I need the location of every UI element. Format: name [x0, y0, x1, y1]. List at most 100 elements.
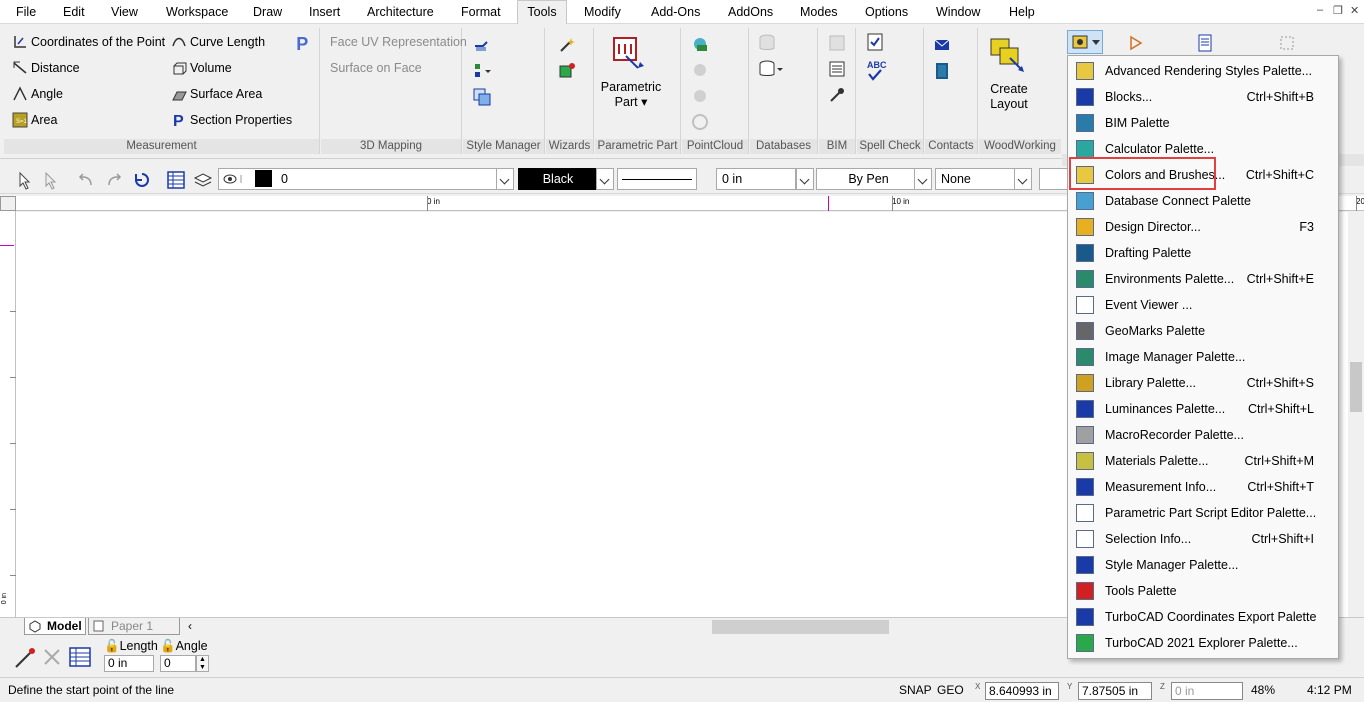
menu-item-event-viewer[interactable]: Event Viewer ...: [1070, 292, 1336, 318]
database-icon[interactable]: [758, 60, 784, 78]
length-input[interactable]: 0 in: [104, 655, 154, 672]
menu-tools[interactable]: Tools: [517, 0, 567, 25]
menu-architecture[interactable]: Architecture: [361, 0, 440, 24]
restore-button[interactable]: ❐: [1333, 4, 1343, 17]
menu-item-library-palette[interactable]: Library Palette... Ctrl+Shift+S: [1070, 370, 1336, 396]
tab-paper-1[interactable]: Paper 1: [88, 618, 180, 635]
thickness-dropdown-button[interactable]: [796, 168, 814, 190]
extra-field[interactable]: [1039, 168, 1069, 190]
y-coordinate-field[interactable]: 7.87505 in: [1078, 682, 1152, 700]
pen-dropdown-button[interactable]: [914, 168, 932, 190]
horizontal-scroll-thumb[interactable]: [712, 620, 889, 634]
menu-item-turbocad-coordinates-export-palette[interactable]: TurboCAD Coordinates Export Palette: [1070, 604, 1336, 630]
surface-on-face-button[interactable]: Surface on Face: [330, 57, 422, 79]
color-select[interactable]: Black: [518, 168, 598, 190]
menu-item-luminances-palette[interactable]: Luminances Palette... Ctrl+Shift+L: [1070, 396, 1336, 422]
menu-item-design-director[interactable]: Design Director... F3: [1070, 214, 1336, 240]
menu-item-style-manager-palette[interactable]: Style Manager Palette...: [1070, 552, 1336, 578]
layer-dropdown-button[interactable]: [496, 168, 514, 190]
menu-item-advanced-rendering-styles-palette[interactable]: Advanced Rendering Styles Palette...: [1070, 58, 1336, 84]
thickness-select[interactable]: 0 in: [716, 168, 796, 190]
address-book-icon[interactable]: [933, 62, 951, 80]
menu-options[interactable]: Options: [859, 0, 914, 24]
menu-item-database-connect-palette[interactable]: Database Connect Palette: [1070, 188, 1336, 214]
menu-modes[interactable]: Modes: [794, 0, 844, 24]
menu-format[interactable]: Format: [455, 0, 507, 24]
select-arrow-icon[interactable]: [14, 170, 34, 190]
table-icon[interactable]: [166, 170, 186, 190]
coordinates-of-point-button[interactable]: Coordinates of the Point: [12, 31, 165, 53]
undo-icon[interactable]: [76, 170, 96, 190]
spell-check-doc-icon[interactable]: [866, 33, 884, 51]
ruler-corner[interactable]: [0, 196, 16, 211]
menu-insert[interactable]: Insert: [303, 0, 346, 24]
magic-wand-icon[interactable]: [558, 36, 576, 54]
menu-item-drafting-palette[interactable]: Drafting Palette: [1070, 240, 1336, 266]
menu-item-geomarks-palette[interactable]: GeoMarks Palette: [1070, 318, 1336, 344]
angle-button[interactable]: Angle: [12, 83, 63, 105]
bim-tool-icon[interactable]: [828, 86, 846, 104]
line-style-select[interactable]: [617, 168, 697, 190]
menu-view[interactable]: View: [105, 0, 144, 24]
layers-icon[interactable]: [193, 170, 213, 190]
wizard-tool-icon[interactable]: [558, 62, 576, 80]
style-palette-icon[interactable]: [473, 88, 491, 106]
envelope-icon[interactable]: [933, 36, 951, 54]
close-button[interactable]: ✕: [1350, 4, 1359, 17]
input-table-icon[interactable]: [69, 647, 91, 667]
menu-window[interactable]: Window: [930, 0, 986, 24]
addon-grid-icon[interactable]: [1278, 34, 1296, 52]
minimize-button[interactable]: –: [1317, 4, 1323, 16]
pen-select[interactable]: By Pen: [816, 168, 916, 190]
properties-p-icon[interactable]: P: [294, 34, 312, 52]
vertical-scrollbar[interactable]: [1348, 212, 1364, 617]
bim-list-icon[interactable]: [828, 60, 846, 78]
menu-item-macrorecorder-palette[interactable]: MacroRecorder Palette...: [1070, 422, 1336, 448]
refresh-icon[interactable]: [132, 170, 152, 190]
style-hand-icon[interactable]: [473, 36, 491, 54]
menu-item-selection-info[interactable]: Selection Info... Ctrl+Shift+I: [1070, 526, 1336, 552]
z-coordinate-field[interactable]: 0 in: [1171, 682, 1243, 700]
angle-stepper[interactable]: ▲ ▼: [196, 655, 209, 672]
menu-draw[interactable]: Draw: [247, 0, 288, 24]
menu-edit[interactable]: Edit: [57, 0, 91, 24]
geo-toggle[interactable]: GEO: [937, 683, 964, 697]
palettes-dropdown-button[interactable]: [1067, 30, 1103, 54]
angle-input[interactable]: 0: [160, 655, 196, 672]
cancel-icon[interactable]: [42, 647, 62, 667]
volume-button[interactable]: Volume: [171, 57, 232, 79]
fill-select[interactable]: None: [935, 168, 1015, 190]
scroll-left-icon[interactable]: ‹: [188, 619, 192, 633]
fill-dropdown-button[interactable]: [1014, 168, 1032, 190]
color-dropdown-button[interactable]: [596, 168, 614, 190]
style-grid-icon[interactable]: [473, 62, 491, 80]
menu-item-bim-palette[interactable]: BIM Palette: [1070, 110, 1336, 136]
parametric-part-button[interactable]: Parametric Part ▾: [595, 80, 667, 110]
vertical-scroll-thumb[interactable]: [1350, 362, 1362, 412]
face-uv-button[interactable]: Face UV Representation: [330, 31, 467, 53]
menu-workspace[interactable]: Workspace: [160, 0, 234, 24]
menu-item-parametric-part-script-editor-palette[interactable]: Parametric Part Script Editor Palette...: [1070, 500, 1336, 526]
menu-addons[interactable]: AddOns: [722, 0, 779, 24]
menu-item-image-manager-palette[interactable]: Image Manager Palette...: [1070, 344, 1336, 370]
addon-arrow-icon[interactable]: [1128, 34, 1146, 52]
surface-area-button[interactable]: Surface Area: [171, 83, 262, 105]
section-properties-button[interactable]: P Section Properties: [171, 109, 292, 131]
menu-item-measurement-info[interactable]: Measurement Info... Ctrl+Shift+T: [1070, 474, 1336, 500]
menu-item-blocks[interactable]: Blocks... Ctrl+Shift+B: [1070, 84, 1336, 110]
menu-item-tools-palette[interactable]: Tools Palette: [1070, 578, 1336, 604]
menu-item-materials-palette[interactable]: Materials Palette... Ctrl+Shift+M: [1070, 448, 1336, 474]
menu-add-ons[interactable]: Add-Ons: [645, 0, 706, 24]
create-layout-button[interactable]: Create Layout: [979, 82, 1039, 112]
layer-select[interactable]: 0: [218, 168, 498, 190]
addon-doc-icon[interactable]: [1196, 34, 1214, 52]
x-coordinate-field[interactable]: 8.640993 in: [985, 682, 1059, 700]
line-tool-icon[interactable]: [13, 646, 37, 670]
menu-modify[interactable]: Modify: [578, 0, 627, 24]
area-button[interactable]: S=1 Area: [12, 109, 57, 131]
curve-length-button[interactable]: Curve Length: [171, 31, 265, 53]
menu-item-turbocad-2021-explorer-palette[interactable]: TurboCAD 2021 Explorer Palette...: [1070, 630, 1336, 656]
pointcloud-icon[interactable]: [691, 35, 709, 53]
tab-model[interactable]: Model: [24, 618, 86, 635]
menu-help[interactable]: Help: [1003, 0, 1041, 24]
